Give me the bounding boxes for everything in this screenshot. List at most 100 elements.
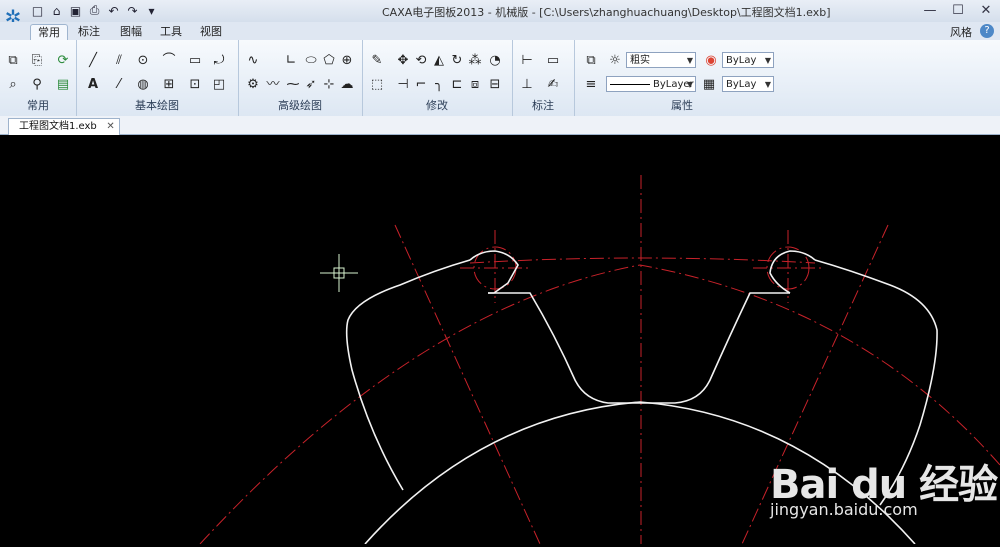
coordinate-dimension-icon[interactable]: ⊥ — [518, 76, 536, 94]
cloud-icon[interactable]: ☁ — [338, 76, 356, 94]
line-icon[interactable]: ╱ — [84, 52, 102, 70]
line-weight-icon[interactable]: ≡ — [582, 76, 600, 94]
trim-icon[interactable]: ⬚ — [368, 76, 386, 94]
refresh-icon[interactable]: ⟳ — [54, 52, 72, 70]
document-tab[interactable]: 工程图文档1.exb ✕ — [8, 118, 120, 135]
tab-annotate[interactable]: 标注 — [74, 24, 104, 40]
addendum-arc — [469, 257, 816, 264]
weight-grid-icon[interactable]: ▦ — [700, 76, 718, 94]
text-icon[interactable]: A — [84, 76, 102, 94]
arrow-icon[interactable]: ➶ — [302, 76, 320, 94]
point-icon[interactable]: ⊹ — [320, 76, 338, 94]
array-icon[interactable]: ⁂ — [466, 52, 484, 70]
group-label-properties: 属性 — [671, 99, 693, 112]
center-hole-icon[interactable]: ⊕ — [338, 52, 356, 70]
layer-manager-icon[interactable]: ⧉ — [582, 52, 600, 70]
wave-line-icon[interactable]: 〰 — [264, 76, 282, 94]
group-label-modify: 修改 — [426, 99, 448, 112]
extend-icon[interactable]: ⊣ — [394, 76, 412, 94]
chevron-down-icon: ▼ — [764, 56, 771, 65]
chevron-down-icon: ▼ — [686, 80, 693, 89]
maximize-button[interactable]: ☐ — [944, 0, 972, 20]
group-label-dimension: 标注 — [532, 99, 554, 112]
group-common: ⧉ ⎘ ⟳ ⌕ ⚲ ▤ 常用 — [0, 40, 77, 116]
group-advanced-draw: ∿ ∟ ⬭ ⬠ ⊕ ⚙ 〰 ⁓ ➶ ⊹ ☁ 高级绘图 — [238, 40, 363, 116]
gear-icon[interactable]: ⚙ — [244, 76, 262, 94]
window-controls: — ☐ ✕ — [916, 0, 1000, 20]
crosshair-cursor — [320, 254, 358, 292]
dimension-icon[interactable]: ⊢ — [518, 52, 536, 70]
ribbon-panel: ⧉ ⎘ ⟳ ⌕ ⚲ ▤ 常用 ╱ ⫽ ⊙ ⌒ ▭ ⤾ A ⁄ ◍ ⊞ ⊡ ◰ 基… — [0, 40, 1000, 117]
parallel-line-icon[interactable]: ⫽ — [110, 52, 128, 70]
block-icon[interactable]: ⊞ — [160, 76, 178, 94]
mirror-icon[interactable]: ◭ — [430, 52, 448, 70]
ellipse-icon[interactable]: ⬭ — [302, 52, 320, 70]
match-properties-icon[interactable]: ⚲ — [28, 76, 46, 94]
angle-line-icon[interactable]: ∟ — [282, 52, 300, 70]
title-bar: ✲ □ ⌂ ▣ ⎙ ↶ ↷ ▾ CAXA电子图板2013 - 机械版 - [C:… — [0, 0, 1000, 29]
rectangle-icon[interactable]: ▭ — [186, 52, 204, 70]
line-preview — [610, 84, 650, 85]
save-as-icon[interactable]: ▤ — [54, 76, 72, 94]
help-icon[interactable]: ? — [980, 24, 994, 38]
weight-value: ByLay — [726, 79, 757, 90]
zoom-icon[interactable]: ⌕ — [4, 76, 22, 94]
weight-combo[interactable]: ByLay ▼ — [722, 76, 774, 92]
copy-objects-icon[interactable]: ⟲ — [412, 52, 430, 70]
tab-common[interactable]: 常用 — [30, 24, 68, 41]
circle-icon[interactable]: ⊙ — [134, 52, 152, 70]
fillet-icon[interactable]: ╮ — [430, 76, 448, 94]
tab-sheet[interactable]: 图幅 — [116, 24, 146, 40]
polyline-icon[interactable]: ⤾ — [210, 52, 228, 70]
arc-icon[interactable]: ⌒ — [160, 52, 178, 70]
left-tooth-centerline — [394, 224, 541, 545]
ribbon-tabs: 常用 标注 图幅 工具 视图 风格 ? — [0, 22, 1000, 41]
open-folder-icon[interactable]: ⌂ — [49, 3, 64, 18]
new-file-icon[interactable]: □ — [30, 3, 45, 18]
tooth-gap — [488, 292, 790, 404]
linetype-value: 粗实 — [630, 55, 650, 66]
image-icon[interactable]: ◰ — [210, 76, 228, 94]
table-icon[interactable]: ⊡ — [186, 76, 204, 94]
close-button[interactable]: ✕ — [972, 0, 1000, 20]
scale-icon[interactable]: ◔ — [486, 52, 504, 70]
color-wheel-icon[interactable]: ◉ — [702, 52, 720, 70]
chevron-down-icon: ▼ — [686, 56, 693, 65]
color-combo[interactable]: ByLay ▼ — [722, 52, 774, 68]
polygon-icon[interactable]: ⬠ — [320, 52, 338, 70]
double-line-icon[interactable]: ⁓ — [284, 76, 302, 94]
rotate-icon[interactable]: ↻ — [448, 52, 466, 70]
save-icon[interactable]: ▣ — [68, 3, 83, 18]
explode-icon[interactable]: ⧈ — [466, 76, 484, 94]
tab-tools[interactable]: 工具 — [156, 24, 186, 40]
paste-icon[interactable]: ⎘ — [28, 52, 46, 70]
stretch-icon[interactable]: ⊟ — [486, 76, 504, 94]
spline-icon[interactable]: ∿ — [244, 52, 262, 70]
watermark-url: jingyan.baidu.com — [770, 500, 918, 519]
style-menu[interactable]: 风格 — [950, 24, 972, 40]
undo-icon[interactable]: ↶ — [106, 3, 121, 18]
hatch-icon[interactable]: ◍ — [134, 76, 152, 94]
centerline-icon[interactable]: ⁄ — [110, 76, 128, 94]
group-label-common: 常用 — [27, 99, 49, 112]
chamfer-icon[interactable]: ⌐ — [412, 76, 430, 94]
redo-icon[interactable]: ↷ — [125, 3, 140, 18]
print-icon[interactable]: ⎙ — [87, 3, 102, 18]
left-outer-edge — [345, 259, 471, 491]
line-style-combo[interactable]: ByLayer ▼ — [606, 76, 696, 92]
leader-icon[interactable]: ✍ — [544, 76, 562, 94]
group-dimension: ⊢ ▭ ⊥ ✍ 标注 — [512, 40, 575, 116]
chevron-down-icon[interactable]: ▾ — [144, 3, 159, 18]
quick-access-toolbar: □ ⌂ ▣ ⎙ ↶ ↷ ▾ — [30, 3, 159, 18]
break-icon[interactable]: ⊏ — [448, 76, 466, 94]
minimize-button[interactable]: — — [916, 0, 944, 20]
move-icon[interactable]: ✥ — [394, 52, 412, 70]
text-box-icon[interactable]: ▭ — [544, 52, 562, 70]
close-icon[interactable]: ✕ — [106, 119, 114, 135]
bulb-icon[interactable]: ☼ — [606, 52, 624, 70]
group-modify: ✎ ✥ ⟲ ◭ ↻ ⁂ ◔ ⬚ ⊣ ⌐ ╮ ⊏ ⧈ ⊟ 修改 — [362, 40, 513, 116]
tab-view[interactable]: 视图 — [196, 24, 226, 40]
erase-icon[interactable]: ✎ — [368, 52, 386, 70]
copy-icon[interactable]: ⧉ — [4, 52, 22, 70]
linetype-combo[interactable]: 粗实 ▼ — [626, 52, 696, 68]
